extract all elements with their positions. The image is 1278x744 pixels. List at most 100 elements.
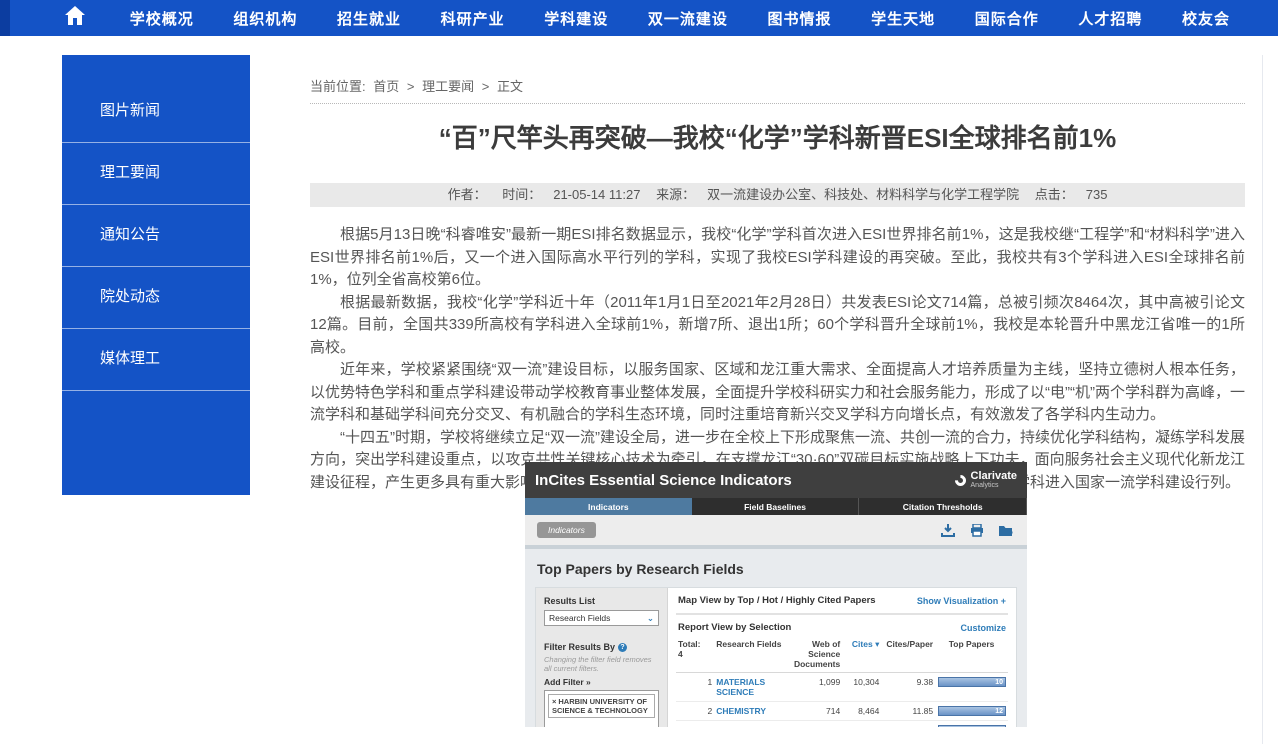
esi-toolbar: Indicators — [525, 515, 1027, 545]
nav-item-students[interactable]: 学生天地 — [871, 8, 935, 29]
meta-hits-label: 点击： — [1035, 187, 1074, 202]
remove-filter-icon[interactable]: × — [552, 697, 556, 706]
clarivate-logo: Clarivate Analytics — [955, 471, 1017, 490]
clarivate-sub: Analytics — [971, 482, 1017, 490]
show-visualization-link[interactable]: Show Visualization + — [917, 596, 1006, 606]
breadcrumb: 当前位置: 首页 > 理工要闻 > 正文 — [310, 76, 527, 95]
breadcrumb-home-link[interactable]: 首页 — [373, 79, 399, 94]
folder-add-icon[interactable] — [999, 524, 1015, 537]
esi-section: Top Papers by Research Fields Results Li… — [525, 549, 1027, 727]
table-row: 3 ENGINEERING 1,050 5,890 5.61 11 — [676, 721, 1008, 728]
breadcrumb-label: 当前位置: — [310, 79, 366, 94]
page-title: “百”尺竿头再突破—我校“化学”学科新晋ESI全球排名前1% — [310, 118, 1245, 155]
nav-item-library[interactable]: 图书情报 — [768, 8, 832, 29]
nav-item-admissions[interactable]: 招生就业 — [337, 8, 401, 29]
esi-indicators-badge[interactable]: Indicators — [537, 522, 596, 538]
field-link-chemistry[interactable]: CHEMISTRY — [716, 706, 766, 716]
esi-tab-field-baselines[interactable]: Field Baselines — [692, 498, 860, 515]
map-view-label: Map View by Top / Hot / Highly Cited Pap… — [678, 595, 876, 606]
breadcrumb-separator: > — [407, 79, 415, 94]
field-link-engineering[interactable]: ENGINEERING — [716, 725, 776, 727]
esi-tab-citation-thresholds[interactable]: Citation Thresholds — [859, 498, 1027, 515]
nav-item-discipline[interactable]: 学科建设 — [544, 8, 608, 29]
esi-screenshot: InCites Essential Science Indicators Cla… — [525, 462, 1027, 727]
top-papers-bar: 10 — [938, 677, 1006, 687]
print-icon[interactable] — [970, 524, 984, 537]
filter-results-label: Filter Results By — [544, 642, 615, 652]
breadcrumb-divider — [310, 103, 1245, 104]
esi-section-title: Top Papers by Research Fields — [537, 561, 1017, 577]
add-filter-link[interactable]: Add Filter » — [544, 677, 659, 687]
sidebar-item-notices[interactable]: 通知公告 — [62, 205, 250, 267]
nav-item-double-first-class[interactable]: 双一流建设 — [648, 8, 728, 29]
filter-chip: ×HARBIN UNIVERSITY OF SCIENCE & TECHNOLO… — [548, 694, 655, 718]
article-paragraph: 根据5月13日晚“科睿唯安”最新一期ESI排名数据显示，我校“化学”学科首次进入… — [310, 224, 1245, 292]
col-cites-sort[interactable]: Cites ▾ — [842, 636, 881, 673]
meta-source-value: 双一流建设办公室、科技处、材料科学与化学工程学院 — [707, 187, 1019, 202]
breadcrumb-current: 正文 — [497, 79, 523, 94]
top-papers-bar: 12 — [938, 706, 1006, 716]
row-rank: 3 — [703, 721, 715, 728]
col-research-fields: Research Fields — [714, 636, 785, 673]
sidebar-item-media[interactable]: 媒体理工 — [62, 329, 250, 391]
esi-card: Results List Research Fields ⌄ Filter Re… — [535, 587, 1017, 727]
nav-item-school-overview[interactable]: 学校概况 — [130, 8, 194, 29]
row-docs: 1,099 — [785, 673, 842, 702]
esi-report-panel: Map View by Top / Hot / Highly Cited Pap… — [668, 588, 1016, 727]
clarivate-logo-icon — [952, 472, 968, 488]
esi-app-title: InCites Essential Science Indicators — [535, 472, 792, 489]
filter-chip-box: ×HARBIN UNIVERSITY OF SCIENCE & TECHNOLO… — [544, 690, 659, 727]
article-paragraph: 根据最新数据，我校“化学”学科近十年（2011年1月1日至2021年2月28日）… — [310, 292, 1245, 360]
research-fields-dropdown[interactable]: Research Fields ⌄ — [544, 610, 659, 626]
sidebar-item-picture-news[interactable]: 图片新闻 — [62, 81, 250, 143]
col-top-papers: Top Papers — [935, 636, 1008, 673]
table-row: 2 CHEMISTRY 714 8,464 11.85 12 — [676, 702, 1008, 721]
esi-tab-bar: Indicators Field Baselines Citation Thre… — [525, 498, 1027, 515]
dropdown-value: Research Fields — [549, 613, 610, 623]
nav-item-alumni[interactable]: 校友会 — [1182, 8, 1230, 29]
breadcrumb-separator: > — [482, 79, 490, 94]
meta-time-value: 21-05-14 11:27 — [553, 187, 640, 202]
sidebar-item-ligong-news[interactable]: 理工要闻 — [62, 143, 250, 205]
field-link-materials-science[interactable]: MATERIALS SCIENCE — [716, 677, 765, 697]
nav-accent-block — [0, 0, 10, 36]
row-cites: 5,890 — [842, 721, 881, 728]
esi-table: Total:4 Research Fields Web of Science D… — [676, 636, 1008, 727]
esi-tab-indicators[interactable]: Indicators — [525, 498, 692, 515]
nav-item-research-industry[interactable]: 科研产业 — [441, 8, 505, 29]
top-papers-bar: 11 — [938, 725, 1006, 727]
sidebar-item-department-news[interactable]: 院处动态 — [62, 267, 250, 329]
clarivate-name: Clarivate — [971, 471, 1017, 482]
nav-item-international[interactable]: 国际合作 — [975, 8, 1039, 29]
meta-hits-value: 735 — [1086, 187, 1108, 202]
article-paragraph: 近年来，学校紧紧围绕“双一流”建设目标，以服务国家、区域和龙江重大需求、全面提高… — [310, 359, 1245, 427]
home-icon — [65, 6, 85, 30]
help-icon[interactable]: ? — [618, 643, 627, 652]
row-cites-per-paper: 5.61 — [881, 721, 935, 728]
report-view-label: Report View by Selection — [678, 622, 791, 633]
row-docs: 714 — [785, 702, 842, 721]
meta-time-label: 时间： — [502, 187, 541, 202]
meta-source-label: 来源： — [656, 187, 695, 202]
breadcrumb-section-link[interactable]: 理工要闻 — [422, 79, 474, 94]
nav-item-organization[interactable]: 组织机构 — [233, 8, 297, 29]
row-cites: 10,304 — [842, 673, 881, 702]
total-header: Total:4 — [676, 636, 703, 673]
customize-link[interactable]: Customize — [960, 623, 1006, 633]
home-button[interactable] — [58, 6, 92, 30]
row-docs: 1,050 — [785, 721, 842, 728]
sidebar: 图片新闻 理工要闻 通知公告 院处动态 媒体理工 — [62, 55, 250, 495]
content-right-border — [1262, 55, 1263, 744]
download-icon[interactable] — [941, 524, 955, 537]
col-wos-documents: Web of Science Documents — [785, 636, 842, 673]
nav-item-recruitment[interactable]: 人才招聘 — [1078, 8, 1142, 29]
results-list-label: Results List — [544, 596, 659, 606]
article-meta-bar: 作者： 时间： 21-05-14 11:27 来源： 双一流建设办公室、科技处、材料… — [310, 183, 1245, 207]
row-rank: 2 — [703, 702, 715, 721]
row-cites: 8,464 — [842, 702, 881, 721]
table-row: 1 MATERIALS SCIENCE 1,099 10,304 9.38 10 — [676, 673, 1008, 702]
meta-author-label: 作者： — [448, 187, 487, 202]
filter-chip-label: HARBIN UNIVERSITY OF SCIENCE & TECHNOLOG… — [552, 697, 648, 715]
nav-menu: 学校概况 组织机构 招生就业 科研产业 学科建设 双一流建设 图书情报 学生天地… — [110, 8, 1250, 29]
esi-filter-panel: Results List Research Fields ⌄ Filter Re… — [536, 588, 668, 727]
